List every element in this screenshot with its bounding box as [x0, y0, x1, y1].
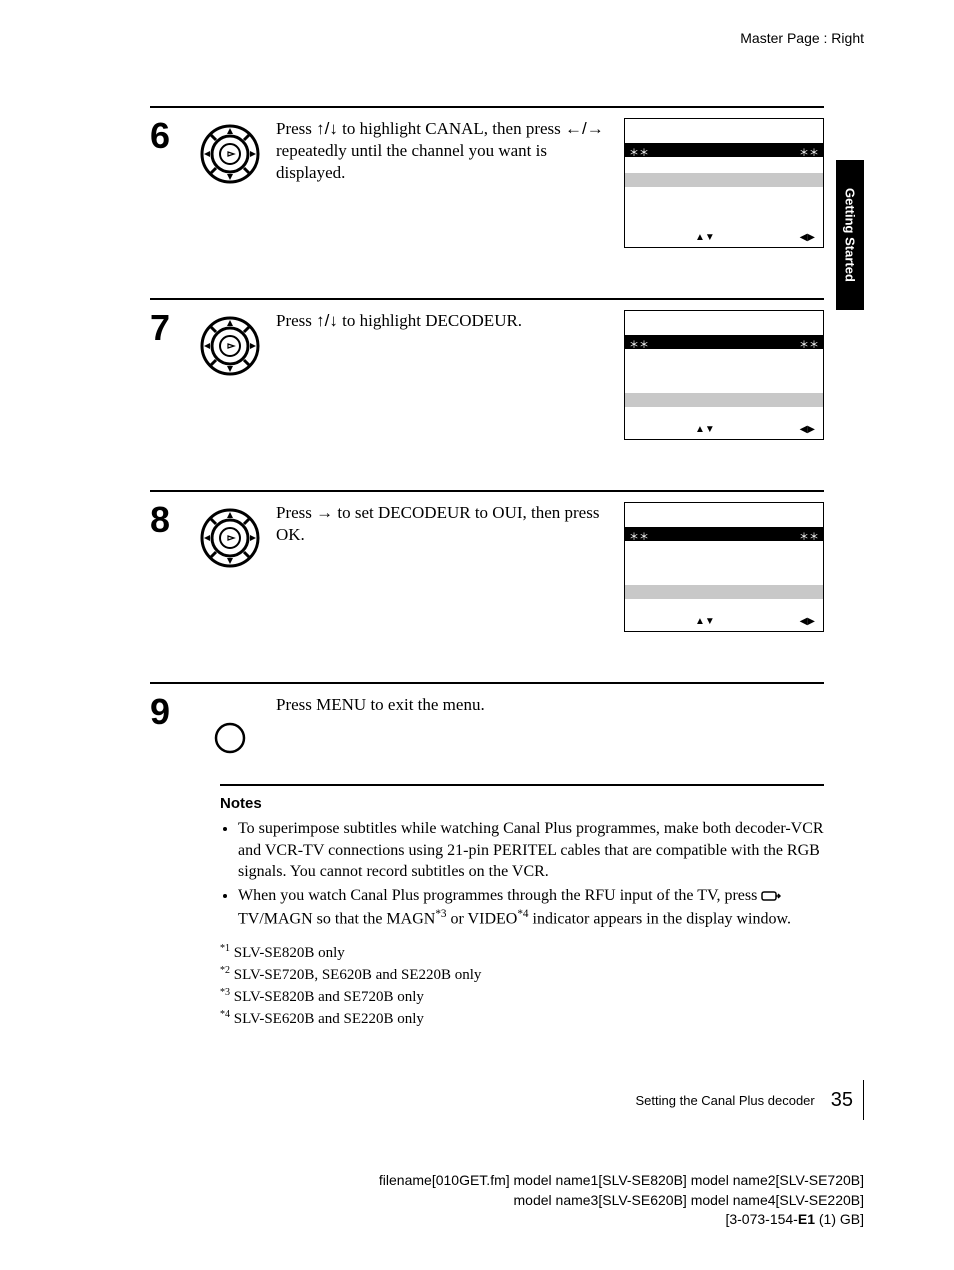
input-select-icon: [761, 889, 781, 903]
step-instruction: Press → to set DECODEUR to OUI, then pre…: [270, 502, 624, 662]
osd-screen: ＊＊ ＊＊ ▲▼ ◀▶: [624, 310, 824, 440]
note-item: When you watch Canal Plus programmes thr…: [238, 885, 824, 930]
star-marker: ＊＊: [799, 144, 819, 159]
star-marker: ＊＊: [799, 528, 819, 543]
nav-updown-icon: ▲▼: [695, 616, 715, 627]
nav-leftright-icon: ◀▶: [800, 232, 815, 243]
up-down-arrow-icon: ↑/↓: [316, 119, 338, 138]
star-marker: ＊＊: [799, 336, 819, 351]
step-number: 9: [150, 694, 190, 764]
notes-section: Notes To superimpose subtitles while wat…: [220, 784, 824, 1030]
step-number: 7: [150, 310, 190, 470]
star-marker: ＊＊: [629, 144, 649, 159]
dial-icon: [190, 118, 270, 278]
right-arrow-icon: →: [316, 503, 333, 522]
nav-leftright-icon: ◀▶: [800, 424, 815, 435]
step-instruction: Press ↑/↓ to highlight DECODEUR.: [270, 310, 624, 470]
note-item: To superimpose subtitles while watching …: [238, 818, 824, 883]
step-number: 6: [150, 118, 190, 278]
footer-section-title: Setting the Canal Plus decoder: [636, 1093, 823, 1108]
step-instruction: Press ↑/↓ to highlight CANAL, then press…: [270, 118, 624, 278]
step-9: 9 Press MENU to exit the menu.: [150, 682, 824, 784]
page-number: 35: [823, 1089, 853, 1112]
star-marker: ＊＊: [629, 528, 649, 543]
nav-leftright-icon: ◀▶: [800, 616, 815, 627]
step-instruction: Press MENU to exit the menu.: [270, 694, 624, 764]
step-7: 7 Press ↑/↓ to highli: [150, 298, 824, 490]
footnote: *1 SLV-SE820B only: [220, 942, 824, 964]
footnote: *2 SLV-SE720B, SE620B and SE220B only: [220, 964, 824, 986]
nav-updown-icon: ▲▼: [695, 232, 715, 243]
dial-icon: [190, 502, 270, 662]
footnote: *4 SLV-SE620B and SE220B only: [220, 1008, 824, 1030]
star-marker: ＊＊: [629, 336, 649, 351]
nav-updown-icon: ▲▼: [695, 424, 715, 435]
side-tab-getting-started: Getting Started: [836, 160, 864, 310]
master-page-label: Master Page : Right: [90, 30, 864, 46]
osd-screen: ＊＊ ＊＊ ▲▼ ◀▶: [624, 502, 824, 632]
osd-screen: ＊＊ ＊＊ ▲▼ ◀▶: [624, 118, 824, 248]
notes-heading: Notes: [220, 794, 824, 814]
menu-button-icon: [190, 694, 270, 764]
footnote: *3 SLV-SE820B and SE720B only: [220, 986, 824, 1008]
document-metadata: filename[010GET.fm] model name1[SLV-SE82…: [379, 1171, 864, 1230]
step-6: 6 Press ↑/↓ to highli: [150, 106, 824, 298]
left-right-arrow-icon: ←/→: [565, 119, 604, 138]
dial-icon: [190, 310, 270, 470]
up-down-arrow-icon: ↑/↓: [316, 311, 338, 330]
step-number: 8: [150, 502, 190, 662]
page-footer: Setting the Canal Plus decoder 35: [636, 1080, 864, 1120]
step-8: 8 Press → to set DECO: [150, 490, 824, 682]
